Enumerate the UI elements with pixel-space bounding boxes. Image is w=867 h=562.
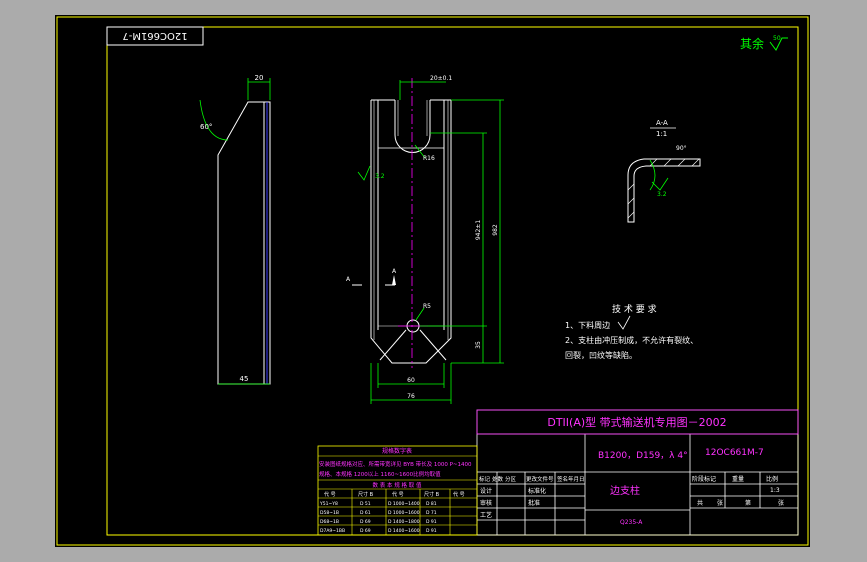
section-finish: 3.2 <box>657 191 667 198</box>
front-dim-top: 20±0.1 <box>430 75 452 82</box>
ct-r2-c3: D 91 <box>426 519 437 525</box>
ct-header-2: 代 号 <box>392 491 404 498</box>
tb-sheet-1: 张 <box>717 499 723 507</box>
tb-left-label-5: 年月日 <box>568 475 585 483</box>
tb-spec: B1200，D159，λ 4° <box>598 451 688 461</box>
front-finish: 3.2 <box>375 173 385 180</box>
tb-role-5: 批准 <box>528 499 540 507</box>
ct-r0-c1: D 51 <box>360 501 371 507</box>
ct-header-4: 代 号 <box>453 491 465 498</box>
tb-left-label-1: 处数 <box>492 475 504 483</box>
ct-r2-c1: D 69 <box>360 519 371 525</box>
tb-role-0: 设计 <box>480 487 492 495</box>
front-radius-top: R16 <box>423 155 435 162</box>
ct-subtitle: 数 表 本 规 格 取 值 <box>373 481 422 489</box>
tech-req-title: 技 术 要 求 <box>612 303 657 315</box>
ct-header-1: 尺寸 B <box>358 491 374 498</box>
ct-r0-c0: Y51~Y8 <box>319 501 338 507</box>
ct-r3-c2: D 1400~1600 <box>388 528 420 534</box>
ct-header-0: 代 号 <box>324 491 336 498</box>
ct-r1-c2: D 1000~1600 <box>388 510 420 516</box>
tb-stage-1: 重量 <box>732 475 744 483</box>
drawing-number-tag: 12OC661M-7 <box>122 30 187 41</box>
front-radius-bottom: R5 <box>423 303 431 310</box>
surface-finish-value: 50 <box>773 35 781 42</box>
tb-material: Q235-A <box>620 519 643 526</box>
tb-role-2: 工艺 <box>480 511 492 519</box>
ct-r0-c3: D 81 <box>426 501 437 507</box>
side-dim-top: 20 <box>255 74 264 82</box>
tb-stage-2: 比例 <box>766 475 778 483</box>
front-dim-total-height: 982 <box>492 224 499 236</box>
section-angle: 90° <box>676 145 687 152</box>
tb-role-4: 标准化 <box>528 487 546 495</box>
tb-sheet-0: 共 <box>697 499 703 507</box>
surface-finish-label: 其余 <box>740 36 764 51</box>
tb-series-title: DTII(A)型 带式输送机专用图－2002 <box>547 415 726 429</box>
ct-r1-c0: D58~1B <box>320 510 339 516</box>
tb-left-label-2: 分区 <box>505 475 517 483</box>
tb-part-name: 边支柱 <box>610 484 640 497</box>
ct-r0-c2: D 1000~1400 <box>388 501 420 507</box>
ct-r3-c1: D 69 <box>360 528 371 534</box>
ct-note-1: 安装图纸规格对应、所需带宽详见 BYB 带长及 1000 P~1400 <box>319 460 472 468</box>
tb-role-1: 审核 <box>480 499 492 507</box>
tech-req-item-1: 1、下料周边 <box>565 320 610 330</box>
front-dim-bottom-height: 35 <box>475 341 482 349</box>
ct-r1-c3: D 71 <box>426 510 437 516</box>
tb-sheet-2: 第 <box>745 499 751 507</box>
section-scale: 1:1 <box>656 130 667 138</box>
ct-note-2: 规格、本规格 1200以上 1160~1600比例均取值 <box>319 470 441 478</box>
ct-title: 规格数字表 <box>382 447 412 455</box>
tb-left-label-0: 标记 <box>479 475 491 483</box>
ct-r2-c2: D 1400~1800 <box>388 519 420 525</box>
ct-r2-c0: D68~1B <box>320 519 339 525</box>
tb-stage-0: 阶段标记 <box>692 475 716 483</box>
side-dim-bottom: 45 <box>240 375 249 383</box>
tech-req-item-2: 2、支柱由冲压制成，不允许有裂纹、 <box>565 335 698 345</box>
tb-left-label-4: 签名 <box>557 475 568 483</box>
tb-sheet-3: 张 <box>778 499 784 507</box>
tb-left-label-3: 更改文件号 <box>526 475 554 483</box>
tb-drawing-no: 12OC661M-7 <box>705 448 764 458</box>
front-dim-inner-height: 942±1 <box>475 220 482 240</box>
ct-r1-c1: D 61 <box>360 510 371 516</box>
front-dim-inner-width: 60 <box>407 377 415 384</box>
ct-r3-c3: D 91 <box>426 528 437 534</box>
side-angle: 60° <box>200 123 212 131</box>
tech-req-item-3: 回裂，凹纹等缺陷。 <box>565 350 637 360</box>
front-dim-outer-width: 76 <box>407 393 415 400</box>
cad-drawing-sheet: 12OC661M-7 其余 50 20 45 60° 20±0.1 982 94… <box>55 15 810 547</box>
ct-header-3: 尺寸 B <box>424 491 440 498</box>
ct-r3-c0: D7A9~1BB <box>320 528 345 534</box>
tb-scale: 1:3 <box>770 487 780 494</box>
section-title: A-A <box>656 119 668 127</box>
